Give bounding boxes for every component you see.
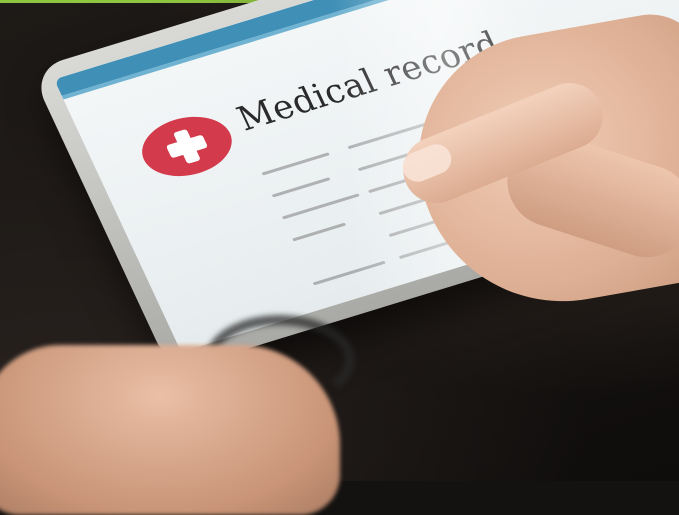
- medical-cross-icon: [131, 106, 243, 187]
- form-line: [261, 152, 330, 176]
- left-hand: [0, 345, 340, 515]
- form-line: [271, 177, 331, 198]
- form-line: [292, 222, 347, 242]
